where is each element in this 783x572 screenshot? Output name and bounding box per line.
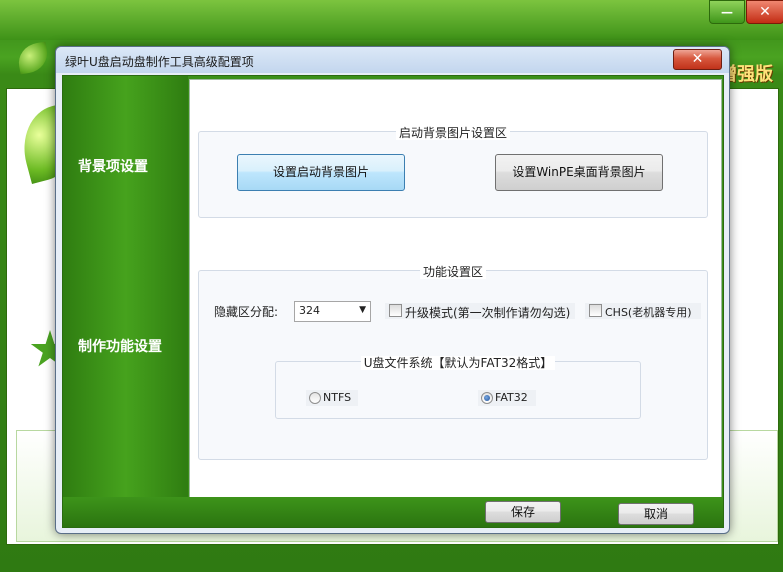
- ntfs-label: NTFS: [323, 391, 352, 404]
- chs-label: CHS(老机器专用): [605, 306, 692, 319]
- chs-option[interactable]: CHS(老机器专用): [585, 303, 701, 319]
- sidebar-item-function-settings[interactable]: 制作功能设置: [78, 336, 162, 356]
- hidden-partition-select[interactable]: 324 ▼: [294, 301, 371, 322]
- app-close-button[interactable]: ✕: [746, 0, 783, 24]
- dialog-close-button[interactable]: ✕: [673, 49, 722, 70]
- function-settings-group: 功能设置区 隐藏区分配: 324 ▼ 升级模式(第一次制作请勿勾选) CHS(老…: [198, 265, 708, 460]
- dialog-client-area: 背景项设置 制作功能设置 启动背景图片设置区 设置启动背景图片 设置WinPE桌…: [62, 75, 724, 528]
- background-group-title: 启动背景图片设置区: [395, 126, 510, 140]
- dialog-title: 绿叶U盘启动盘制作工具高级配置项: [65, 55, 254, 69]
- upgrade-mode-label: 升级模式(第一次制作请勿勾选): [405, 306, 571, 320]
- fat32-label: FAT32: [495, 391, 528, 404]
- background-app-header: [0, 0, 783, 40]
- cancel-button[interactable]: 取消: [618, 503, 694, 525]
- ntfs-option[interactable]: NTFS: [306, 390, 358, 406]
- function-group-title: 功能设置区: [419, 265, 486, 279]
- chevron-down-icon: ▼: [359, 305, 366, 315]
- save-button[interactable]: 保存: [485, 501, 561, 523]
- set-boot-background-button[interactable]: 设置启动背景图片: [237, 154, 405, 191]
- sidebar-item-background-settings[interactable]: 背景项设置: [78, 156, 148, 176]
- filesystem-group: U盘文件系统【默认为FAT32格式】 NTFS FAT32: [275, 356, 641, 419]
- minimize-button[interactable]: —: [709, 0, 745, 24]
- upgrade-mode-checkbox[interactable]: [389, 304, 402, 317]
- filesystem-group-title: U盘文件系统【默认为FAT32格式】: [360, 356, 556, 370]
- fat32-radio[interactable]: [481, 392, 493, 404]
- dialog-footer: 保存 取消: [63, 497, 723, 527]
- background-settings-group: 启动背景图片设置区 设置启动背景图片 设置WinPE桌面背景图片: [198, 126, 708, 218]
- sidebar: 背景项设置 制作功能设置: [63, 76, 188, 527]
- hidden-partition-value: 324: [299, 304, 320, 317]
- hidden-partition-label: 隐藏区分配:: [214, 305, 279, 319]
- advanced-config-dialog: 绿叶U盘启动盘制作工具高级配置项 ✕ 背景项设置 制作功能设置 启动背景图片设置…: [55, 46, 730, 534]
- leaf-logo-icon: [15, 41, 51, 75]
- upgrade-mode-option[interactable]: 升级模式(第一次制作请勿勾选): [385, 303, 575, 320]
- dialog-titlebar[interactable]: 绿叶U盘启动盘制作工具高级配置项 ✕: [56, 47, 729, 73]
- settings-content-panel: 启动背景图片设置区 设置启动背景图片 设置WinPE桌面背景图片 功能设置区 隐…: [189, 79, 722, 498]
- fat32-option[interactable]: FAT32: [478, 390, 536, 406]
- set-winpe-background-button[interactable]: 设置WinPE桌面背景图片: [495, 154, 663, 191]
- ntfs-radio[interactable]: [309, 392, 321, 404]
- chs-checkbox[interactable]: [589, 304, 602, 317]
